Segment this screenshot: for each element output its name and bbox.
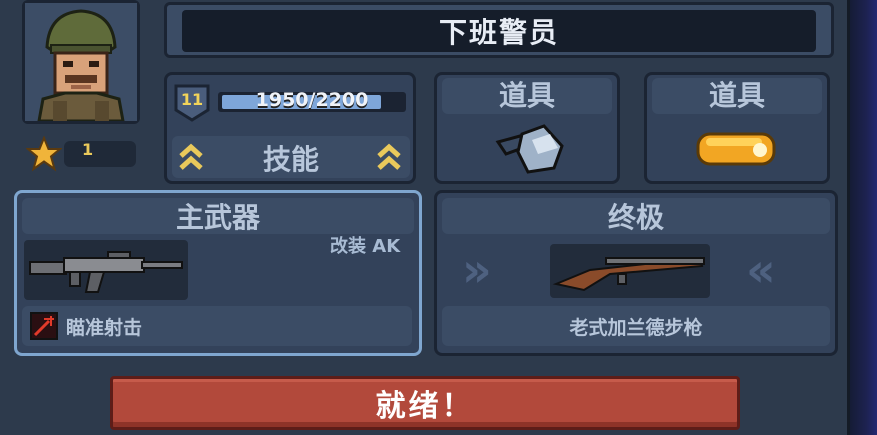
- ready-button[interactable]: 就绪！: [110, 376, 740, 430]
- star-rank: [24, 136, 136, 172]
- double-chevron-right-icon: »: [462, 243, 492, 297]
- weapon-mod-label: 改装 AK: [330, 236, 401, 257]
- assault-rifle-icon: [29, 251, 183, 293]
- item-2-title: 道具: [708, 79, 765, 112]
- skill-label: 技能: [262, 143, 319, 176]
- star-icon: [26, 136, 62, 172]
- primary-weapon-slot: [24, 240, 188, 300]
- crosshair-perk-icon: [30, 312, 58, 340]
- level-number: 11: [180, 90, 204, 109]
- ultimate-weapon-name: 老式加兰德步枪: [569, 317, 703, 339]
- primary-perk-label: 瞄准射击: [66, 317, 143, 339]
- ultimate-title: 终极: [607, 201, 664, 234]
- item-1-title: 道具: [498, 79, 555, 112]
- star-count: 1: [82, 140, 94, 159]
- rank-chevron-right-icon: [377, 143, 401, 170]
- ready-button-label: 就绪！: [375, 389, 475, 424]
- soldier-portrait-icon: [25, 3, 137, 123]
- gold-bar-icon: [696, 132, 776, 166]
- character-name: 下班警员: [182, 10, 816, 52]
- xp-text: 1950/2200: [255, 89, 369, 111]
- star-count-slot: [64, 141, 136, 167]
- double-chevron-left-icon: «: [746, 243, 776, 297]
- rifle-icon: [552, 256, 705, 292]
- background-edge: [850, 0, 877, 435]
- ultimate-weapon-slot: [550, 244, 710, 298]
- primary-weapon-title: 主武器: [175, 201, 260, 234]
- grenade-icon: [495, 124, 564, 174]
- character-portrait[interactable]: [22, 0, 140, 124]
